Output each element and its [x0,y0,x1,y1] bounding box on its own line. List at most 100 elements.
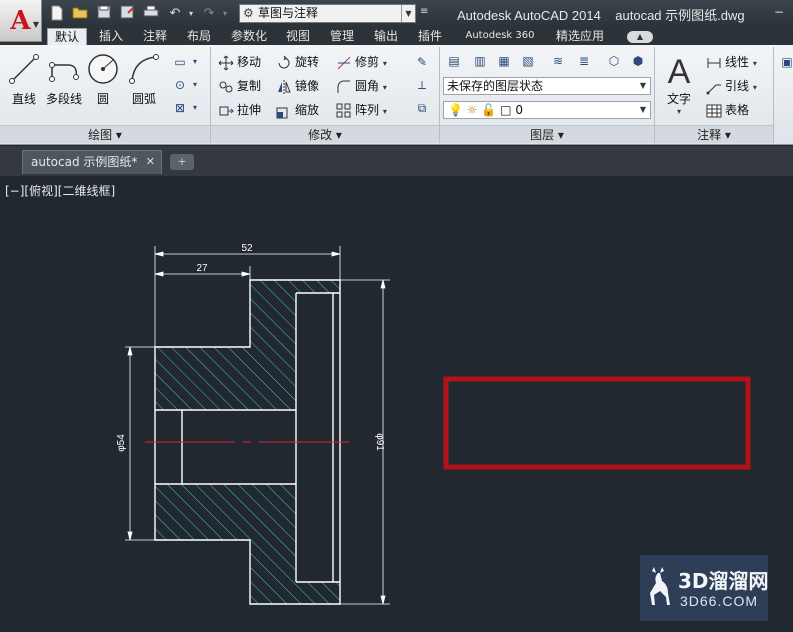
layer-select[interactable]: 💡 ☼ 🔓 □ 0 ▼ [443,101,651,119]
polyline-tool-label: 多段线 [45,92,82,106]
close-icon[interactable]: ✕ [146,151,155,173]
ellipse-tool-icon[interactable]: ⊙ [170,76,190,94]
move-tool-button[interactable]: 移动 [218,52,261,72]
panel-divider [773,47,774,143]
fillet-tool-button[interactable]: 圆角 ▾ [336,76,387,96]
tab-view[interactable]: 视图 [280,28,316,45]
tab-annotate[interactable]: 注释 [136,28,174,45]
tab-parametric[interactable]: 参数化 [226,28,272,45]
layers-panel-title[interactable]: 图层 ▾ [440,125,654,143]
mirror-tool-button[interactable]: 镜像 [276,76,319,96]
hatch-tool-icon[interactable]: ⊠ [170,99,190,117]
array-tool-button[interactable]: 阵列 ▾ [336,100,387,120]
print-icon[interactable] [142,5,160,23]
rotate-icon [276,55,292,71]
text-tool-button[interactable]: A 文字 ▾ [660,51,698,116]
insert-block-icon[interactable]: ▣ [777,53,793,71]
chevron-down-icon: ▾ [382,107,387,116]
copy-label: 复制 [237,79,262,93]
new-file-icon[interactable] [48,5,66,23]
layer-state-select[interactable]: 未保存的图层状态 ▼ [443,77,651,95]
copy-tool-button[interactable]: 复制 [218,76,261,96]
application-menu-button[interactable]: A ▼ [0,0,42,42]
leader-button[interactable]: 引线 ▾ [706,76,757,96]
layer-walk-icon[interactable]: ⬡ [604,52,624,70]
minimize-button[interactable]: − [768,3,790,23]
tab-layout[interactable]: 布局 [180,28,218,45]
modify-panel-title[interactable]: 修改 ▾ [211,125,439,143]
trim-tool-button[interactable]: 修剪 ▾ [336,52,387,72]
layer-off-icon[interactable]: ▥ [470,52,490,70]
layer-properties-icon[interactable]: ▤ [444,52,464,70]
annotation-panel-title[interactable]: 注释 ▾ [655,125,773,143]
stretch-tool-button[interactable]: 拉伸 [218,100,261,120]
dim-right-diameter: φ91 [374,433,385,451]
trim-label: 修剪 [355,55,380,69]
polyline-tool-button[interactable]: 多段线 [42,51,86,113]
ribbon-minimize-toggle[interactable]: ▲ [627,31,653,43]
document-tab-bar: autocad 示例图纸* ✕ + [0,146,793,176]
rotate-label: 旋转 [295,55,320,69]
layer-change-icon[interactable]: ≣ [574,52,594,70]
tab-featured-apps[interactable]: 精选应用 [550,28,610,45]
rotate-tool-button[interactable]: 旋转 [276,52,319,72]
gear-icon: ⚙ [243,6,254,20]
chevron-down-icon[interactable]: ▾ [190,53,200,71]
save-as-icon[interactable] [118,5,136,23]
arc-tool-button[interactable]: 圆弧 [126,51,162,113]
copy-icon [218,79,234,95]
leader-label: 引线 [725,79,750,93]
offset-tool-icon[interactable]: ⧉ [412,99,432,117]
undo-dropdown-icon[interactable]: ▾ [182,5,200,23]
layer-isolate-icon[interactable]: ▦ [494,52,514,70]
ribbon-tab-bar: 默认 插入 注释 布局 参数化 视图 管理 输出 插件 Autodesk 360… [0,28,793,45]
tab-manage[interactable]: 管理 [324,28,360,45]
tab-insert[interactable]: 插入 [92,28,130,45]
text-icon: A [668,53,691,87]
dim-left-width: 27 [196,263,208,274]
chevron-down-icon: ▼ [401,5,415,22]
arc-icon [129,54,159,84]
chevron-down-icon: ▾ [382,83,387,92]
erase-tool-icon[interactable]: ✎ [412,53,432,71]
watermark-logo: 3D溜溜网 3D66.COM [640,555,769,621]
linear-label: 线性 [725,55,750,69]
chevron-down-icon: ▼ [32,20,39,29]
layer-color-swatch: □ [500,103,512,117]
move-icon [218,55,234,71]
scale-tool-button[interactable]: 缩放 [276,100,319,120]
tab-default[interactable]: 默认 [47,28,87,45]
chevron-down-icon[interactable]: ▾ [190,99,200,117]
line-tool-button[interactable]: 直线 [4,51,44,113]
layer-merge-icon[interactable]: ⬢ [628,52,648,70]
redo-dropdown-icon[interactable]: ▾ [216,5,234,23]
tab-output[interactable]: 输出 [368,28,404,45]
save-icon[interactable] [95,5,113,23]
tab-plugins[interactable]: 插件 [412,28,448,45]
chevron-down-icon[interactable]: ▾ [190,76,200,94]
rectangle-tool-icon[interactable]: ▭ [170,53,190,71]
explode-tool-icon[interactable]: ⟂ [412,76,432,94]
scale-label: 缩放 [295,103,320,117]
chevron-down-icon: ▾ [382,59,387,68]
open-folder-icon[interactable] [71,5,89,23]
circle-tool-button[interactable]: 圆 [86,51,120,113]
workspace-select[interactable]: ⚙ 草图与注释 ▼ [239,4,416,23]
document-tab[interactable]: autocad 示例图纸* ✕ [22,150,162,174]
line-icon [9,54,39,84]
table-button[interactable]: 表格 [706,100,749,120]
title-bar: ↶ ▾ ↷ ▾ ⚙ 草图与注释 ▼ ≡ Autodesk AutoCAD 201… [0,0,793,28]
tab-autodesk-360[interactable]: Autodesk 360 [458,28,542,45]
draw-panel-title[interactable]: 绘图 ▾ [0,125,210,143]
watermark-name: 3D溜溜网 [678,569,769,593]
mirror-icon [276,79,292,95]
viewport-controls[interactable]: [−][俯视][二维线框] [5,182,115,199]
layer-freeze-icon[interactable]: ▧ [518,52,538,70]
move-label: 移动 [237,55,262,69]
layer-match-icon[interactable]: ≋ [548,52,568,70]
stretch-label: 拉伸 [237,103,262,117]
linear-dimension-button[interactable]: 线性 ▾ [706,52,757,72]
chevron-down-icon: ▾ [676,107,681,116]
new-drawing-tab-icon[interactable]: + [170,154,194,170]
customize-quick-access-icon[interactable]: ≡ [420,6,428,17]
